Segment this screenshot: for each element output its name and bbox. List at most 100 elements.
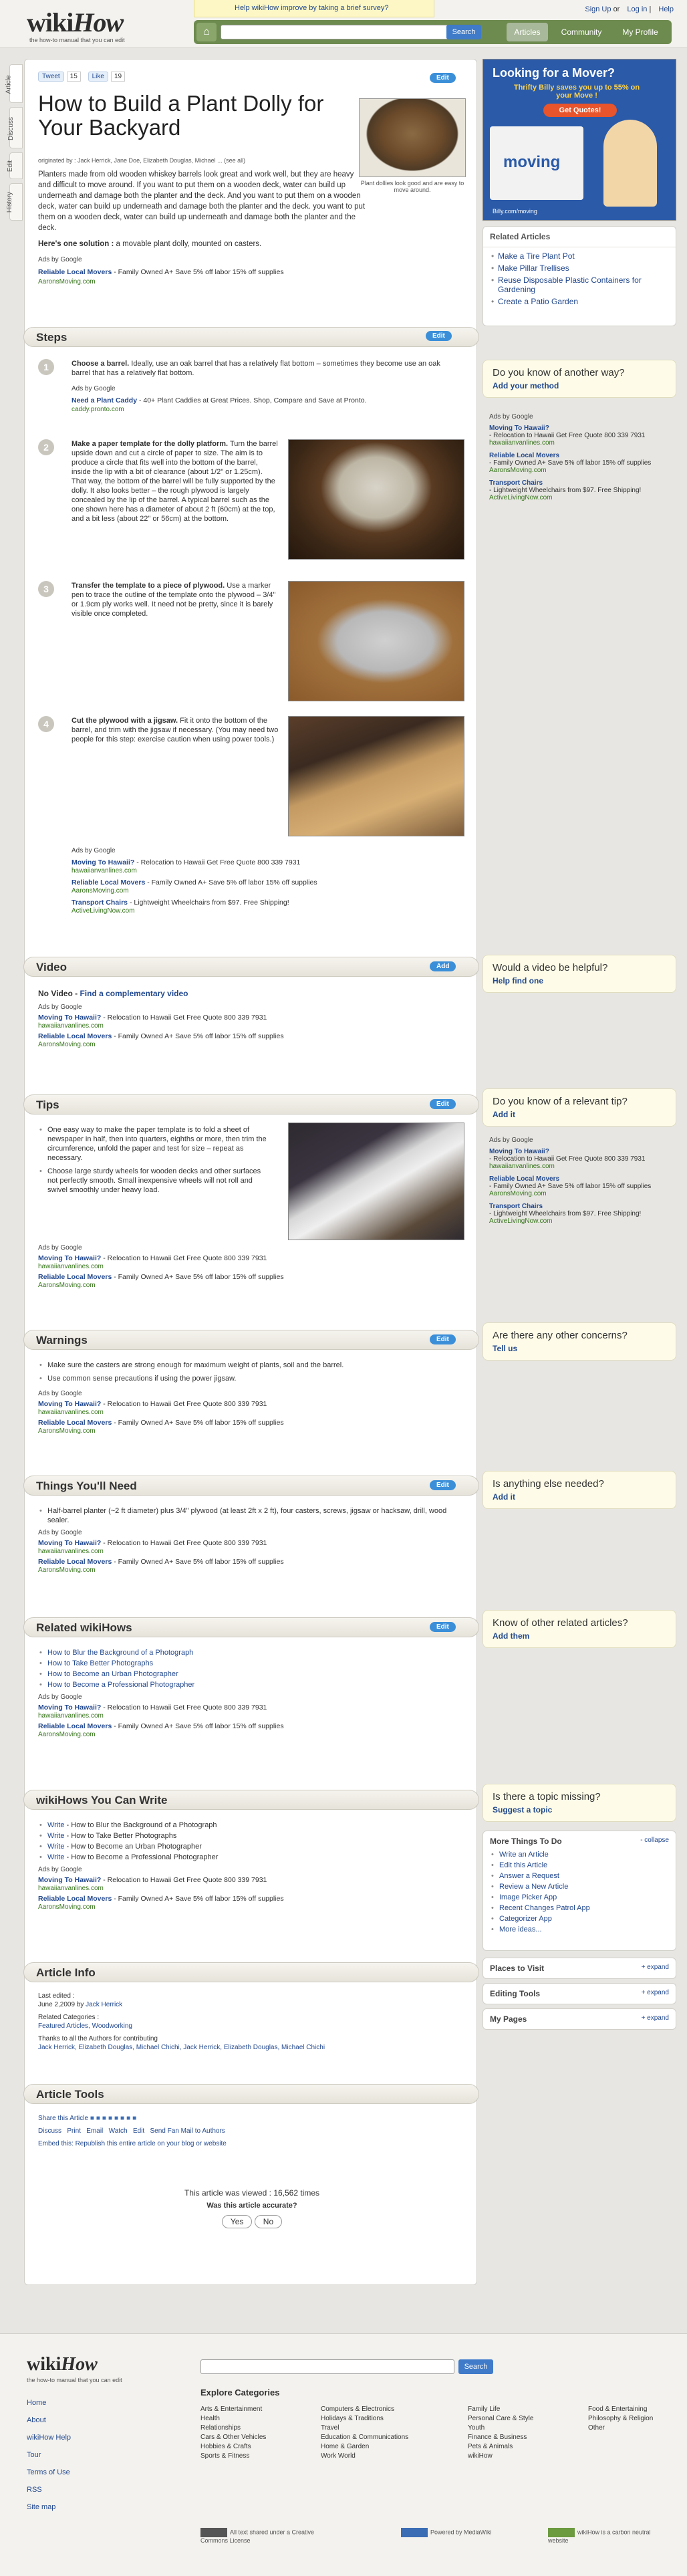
login-link[interactable]: Log in — [627, 5, 647, 13]
ad-link[interactable]: Reliable Local Movers — [38, 1419, 112, 1427]
ad-link[interactable]: Moving To Hawaii? — [489, 425, 549, 432]
add-tip-link[interactable]: Add it — [493, 1110, 666, 1119]
ad-link[interactable]: Need a Plant Caddy — [72, 396, 137, 404]
footer-link[interactable]: wikiHow Help — [27, 2434, 71, 2442]
search-button[interactable]: Search — [446, 25, 481, 39]
collapse-link[interactable]: - collapse — [640, 1837, 669, 1844]
ad-link[interactable]: Transport Chairs — [489, 1203, 543, 1210]
ad-link[interactable]: Reliable Local Movers — [489, 1175, 559, 1183]
ad-link[interactable]: Moving To Hawaii? — [38, 1254, 101, 1262]
find-video-sidebar-link[interactable]: Help find one — [493, 976, 666, 985]
footer-link[interactable]: About — [27, 2416, 46, 2424]
tab-community[interactable]: Community — [555, 23, 608, 41]
add-related-link[interactable]: Add them — [493, 1631, 666, 1641]
authors-line[interactable]: originated by : Jack Herrick, Jane Doe, … — [38, 157, 245, 164]
ad-link[interactable]: Reliable Local Movers — [489, 452, 559, 459]
todo-link[interactable]: Review a New Article — [499, 1883, 568, 1891]
yes-button[interactable]: Yes — [221, 2215, 253, 2228]
ad-link[interactable]: Reliable Local Movers — [38, 1722, 112, 1730]
print-link[interactable]: Print — [67, 2127, 81, 2135]
ad-link[interactable]: Moving To Hawaii? — [38, 1539, 101, 1547]
tab-edit[interactable]: Edit — [7, 152, 23, 179]
site-logo[interactable]: wikiHow — [27, 7, 124, 38]
related-link[interactable]: How to Take Better Photographs — [47, 1659, 153, 1667]
todo-link[interactable]: Edit this Article — [499, 1861, 547, 1869]
footer-link[interactable]: Home — [27, 2399, 46, 2407]
footer-link[interactable]: RSS — [27, 2486, 42, 2494]
watch-link[interactable]: Watch — [109, 2127, 128, 2135]
add-video-button[interactable]: Add — [430, 961, 456, 971]
edit-things-button[interactable]: Edit — [430, 1480, 456, 1490]
expand-link[interactable]: + expand — [642, 1989, 669, 1996]
ad-link[interactable]: Moving To Hawaii? — [38, 1876, 101, 1884]
footer-link[interactable]: Terms of Use — [27, 2468, 70, 2476]
write-link[interactable]: Write — [47, 1832, 64, 1840]
edit-warnings-button[interactable]: Edit — [430, 1334, 456, 1344]
todo-link[interactable]: More ideas... — [499, 1925, 542, 1934]
edit-related-button[interactable]: Edit — [430, 1622, 456, 1632]
ad-link[interactable]: Reliable Local Movers — [38, 1032, 112, 1040]
tweet-button[interactable]: Tweet — [38, 72, 64, 82]
footer-link[interactable]: Site map — [27, 2503, 55, 2511]
related-link[interactable]: How to Blur the Background of a Photogra… — [47, 1649, 193, 1657]
tab-history[interactable]: History — [6, 183, 23, 221]
expand-link[interactable]: + expand — [642, 2014, 669, 2022]
related-link[interactable]: How to Become an Urban Photographer — [47, 1670, 178, 1678]
todo-link[interactable]: Write an Article — [499, 1851, 549, 1859]
edit-intro-button[interactable]: Edit — [430, 73, 456, 83]
home-icon[interactable]: ⌂ — [196, 23, 217, 41]
mediawiki-badge[interactable]: Powered by MediaWiki — [401, 2528, 508, 2537]
edit-link[interactable]: Edit — [133, 2127, 144, 2135]
tab-my-profile[interactable]: My Profile — [613, 23, 667, 41]
signup-link[interactable]: Sign Up — [585, 5, 611, 13]
ad-link[interactable]: Transport Chairs — [489, 479, 543, 487]
related-article-link[interactable]: Reuse Disposable Plastic Containers for … — [498, 275, 642, 294]
ad-link[interactable]: Reliable Local Movers — [38, 1273, 112, 1281]
discuss-link[interactable]: Discuss — [38, 2127, 61, 2135]
cc-license[interactable]: All text shared under a Creative Commons… — [200, 2528, 321, 2544]
carbon-badge[interactable]: wikiHow is a carbon neutral website — [548, 2528, 668, 2544]
expand-link[interactable]: + expand — [642, 1964, 669, 1971]
footer-search-button[interactable]: Search — [458, 2359, 493, 2374]
like-button[interactable]: Like — [88, 72, 108, 82]
tab-discuss[interactable]: Discuss — [7, 107, 23, 148]
search-input[interactable] — [221, 25, 471, 39]
find-video-link[interactable]: Find a complementary video — [80, 989, 188, 998]
add-needed-link[interactable]: Add it — [493, 1492, 666, 1502]
related-article-link[interactable]: Make Pillar Trellises — [498, 263, 569, 273]
related-article-link[interactable]: Create a Patio Garden — [498, 297, 578, 306]
todo-link[interactable]: Image Picker App — [499, 1893, 557, 1901]
share-link[interactable]: Share this Article — [38, 2115, 88, 2122]
authors-links[interactable]: Jack Herrick, Elizabeth Douglas, Michael… — [38, 2044, 325, 2051]
ad-link[interactable]: Reliable Local Movers — [38, 1558, 112, 1566]
tab-article[interactable]: Article — [5, 64, 23, 103]
ad-link[interactable]: Moving To Hawaii? — [489, 1148, 549, 1155]
tell-us-link[interactable]: Tell us — [493, 1344, 666, 1353]
write-link[interactable]: Write — [47, 1853, 64, 1861]
tab-articles[interactable]: Articles — [507, 23, 548, 41]
get-quotes-button[interactable]: Get Quotes! — [543, 104, 617, 117]
share-icons[interactable]: ■■■■■■■■ — [90, 2115, 138, 2122]
suggest-topic-link[interactable]: Suggest a topic — [493, 1805, 666, 1814]
ad-link[interactable]: Transport Chairs — [72, 899, 128, 907]
footer-search-input[interactable] — [200, 2359, 454, 2374]
ad-link[interactable]: Moving To Hawaii? — [38, 1704, 101, 1712]
embed-link[interactable]: Embed this: Republish this entire articl… — [38, 2140, 227, 2147]
ad-link[interactable]: Moving To Hawaii? — [72, 858, 134, 866]
editor-link[interactable]: Jack Herrick — [86, 2001, 122, 2008]
ad-link[interactable]: Reliable Local Movers — [38, 1895, 112, 1903]
write-link[interactable]: Write — [47, 1821, 64, 1829]
todo-link[interactable]: Categorizer App — [499, 1915, 552, 1923]
category-links[interactable]: Featured Articles, Woodworking — [38, 2022, 132, 2030]
ad-link[interactable]: Moving To Hawaii? — [38, 1400, 101, 1408]
related-link[interactable]: How to Become a Professional Photographe… — [47, 1681, 194, 1689]
email-link[interactable]: Email — [86, 2127, 103, 2135]
edit-tips-button[interactable]: Edit — [430, 1099, 456, 1109]
ad-link[interactable]: Reliable Local Movers — [72, 879, 145, 887]
fanmail-link[interactable]: Send Fan Mail to Authors — [150, 2127, 225, 2135]
todo-link[interactable]: Recent Changes Patrol App — [499, 1904, 590, 1912]
footer-logo[interactable]: wikiHow — [27, 2354, 98, 2375]
write-link[interactable]: Write — [47, 1843, 64, 1851]
add-method-link[interactable]: Add your method — [493, 381, 666, 390]
survey-banner[interactable]: Help wikiHow improve by taking a brief s… — [194, 0, 434, 17]
